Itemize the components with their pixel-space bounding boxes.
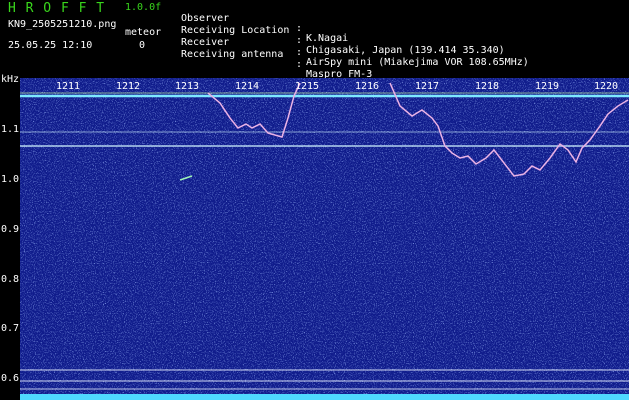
x-tick-label: 1213 bbox=[175, 81, 200, 92]
x-tick-label: 1220 bbox=[594, 81, 619, 92]
x-tick-label: 1215 bbox=[295, 81, 320, 92]
info-separator: : bbox=[296, 59, 303, 70]
x-tick-label: 1218 bbox=[475, 81, 500, 92]
x-tick-label: 1212 bbox=[116, 81, 141, 92]
spectrogram-plot bbox=[20, 78, 629, 400]
y-tick-label: 0.8 bbox=[1, 274, 20, 285]
bottom-noise-band bbox=[20, 394, 629, 400]
y-tick-label: 0.9 bbox=[1, 224, 20, 235]
noise-layer bbox=[20, 78, 629, 400]
header-panel: H R O F F T 1.0.0f KN9_2505251210.png me… bbox=[0, 0, 629, 80]
y-tick-label: 0.7 bbox=[1, 323, 20, 334]
x-tick-label: 1217 bbox=[415, 81, 440, 92]
spectrogram-canvas bbox=[20, 78, 629, 400]
y-tick-label: 1.0 bbox=[1, 174, 20, 185]
y-tick-label: 1.1 bbox=[1, 124, 20, 135]
y-axis-unit: kHz bbox=[1, 74, 20, 85]
y-tick-label: 0.6 bbox=[1, 373, 20, 384]
x-tick-label: 1219 bbox=[535, 81, 560, 92]
x-tick-label: 1214 bbox=[235, 81, 260, 92]
info-label: Receiving antenna bbox=[181, 49, 284, 60]
x-tick-label: 1216 bbox=[355, 81, 380, 92]
x-tick-label: 1211 bbox=[56, 81, 81, 92]
